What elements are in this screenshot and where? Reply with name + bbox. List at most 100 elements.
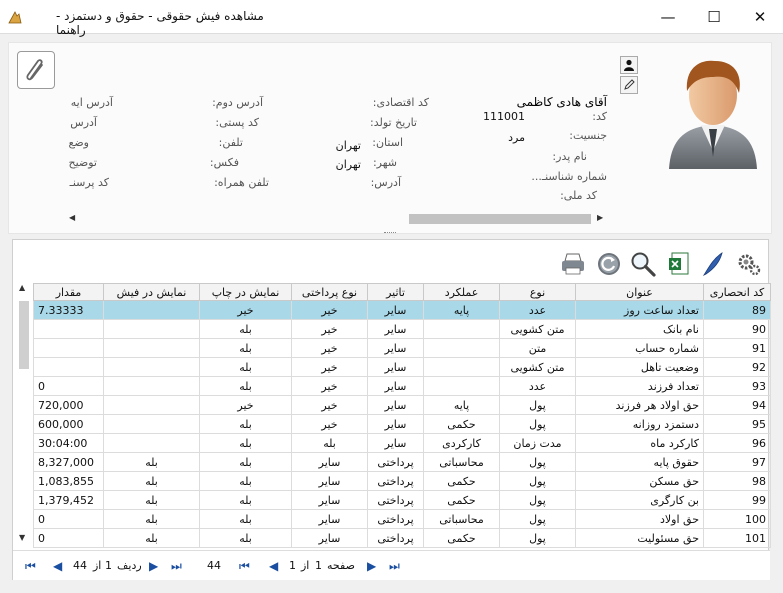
table-cell-pay: خیر [291, 357, 368, 377]
table-cell-code: 99 [703, 490, 771, 510]
last-row-button[interactable]: ⏭ [171, 559, 182, 574]
address-label: آدرس: [370, 176, 401, 189]
table-row[interactable]: 95 دستمزد روزانه پول حکمی سایر خیر بله 600,000 [33, 414, 771, 434]
table-cell-amount [33, 338, 104, 358]
table-cell-code: 89 [703, 300, 771, 320]
first-page-button[interactable]: ⏮ [239, 559, 250, 574]
column-header[interactable]: نوع [499, 283, 576, 301]
scroll-down-arrow-icon[interactable]: ▼ [19, 533, 25, 542]
table-row[interactable]: 94 حق اولاد هر فرزند پول پایه سایر خیر خیر 720,… [33, 395, 771, 415]
table-cell-title: دستمزد روزانه [575, 414, 704, 434]
scroll-up-arrow-icon[interactable]: ▲ [19, 283, 25, 292]
table-cell-type: پول [499, 471, 576, 491]
table-cell-title: کارکرد ماه [575, 433, 704, 453]
table-cell-title: حق مسکن [575, 471, 704, 491]
table-cell-show [103, 357, 200, 377]
table-cell-title: حق اولاد هر فرزند [575, 395, 704, 415]
table-cell-show: بله [103, 509, 200, 529]
prev-page-button[interactable]: ◀ [269, 559, 278, 573]
table-cell-code: 96 [703, 433, 771, 453]
table-cell-pay: خیر [291, 319, 368, 339]
grid-vertical-scrollbar[interactable]: ▲ ▼ [17, 283, 31, 545]
birth-date-label: تاریخ تولد: [370, 116, 417, 129]
table-cell-amount: 8,327,000 [33, 452, 104, 472]
maximize-button[interactable]: ☐ [691, 0, 737, 33]
table-row[interactable]: 96 کارکرد ماه مدت زمان کارکردی سایر بله بله 30:… [33, 433, 771, 453]
table-cell-pay: سایر [291, 471, 368, 491]
next-row-button[interactable]: ▶ [149, 559, 158, 573]
fax-label: فکس: [209, 156, 239, 169]
column-header[interactable]: نوع پرداختی [291, 283, 368, 301]
table-cell-pay: سایر [291, 509, 368, 529]
table-cell-title: حق مسئولیت [575, 528, 704, 548]
col4-personnel-code-label: کد پرسنـ [69, 176, 109, 189]
table-cell-print: بله [199, 471, 292, 491]
edit-button[interactable] [698, 250, 728, 278]
column-header[interactable]: مقدار [33, 283, 104, 301]
table-cell-code: 93 [703, 376, 771, 396]
table-cell-type: پول [499, 490, 576, 510]
city-label: شهر: [372, 156, 397, 169]
export-excel-button[interactable] [664, 250, 694, 278]
next-page-button[interactable]: ▶ [367, 559, 376, 573]
last-page-button[interactable]: ⏭ [389, 559, 400, 574]
table-cell-print: بله [199, 376, 292, 396]
table-row[interactable]: 100 حق اولاد پول محاسباتی پرداختی سایر بله بله 0 [33, 509, 771, 529]
table-cell-type: متن [499, 338, 576, 358]
table-cell-effect: سایر [367, 376, 424, 396]
magnifier-icon [631, 252, 656, 277]
postal-code-label: کد پستی: [215, 116, 259, 129]
table-row[interactable]: 91 شماره حساب متن سایر خیر بله [33, 338, 771, 358]
edit-photo-button[interactable] [620, 76, 638, 94]
table-row[interactable]: 98 حق مسکن پول حکمی پرداختی سایر بله بله 1,083,8… [33, 471, 771, 491]
table-cell-amount [33, 357, 104, 377]
search-button[interactable] [628, 250, 658, 278]
refresh-button[interactable] [594, 250, 624, 278]
scroll-right-arrow-icon[interactable]: ▶ [597, 213, 603, 222]
prev-row-button[interactable]: ◀ [53, 559, 62, 573]
table-row[interactable]: 92 وضعیت تاهل متن کشویی سایر خیر بله [33, 357, 771, 377]
table-header-row: کد انحصاری عنوان نوع عملکرد تاثیر نوع پر… [33, 283, 771, 301]
table-row[interactable]: 101 حق مسئولیت پول حکمی پرداختی سایر بله بله 0 [33, 528, 771, 548]
province-value: تهران [335, 139, 361, 152]
page-total: 1 [289, 559, 296, 572]
first-row-button[interactable]: ⏮ [25, 559, 36, 574]
table-cell-print: بله [199, 357, 292, 377]
father-name-label: نام پدر: [552, 150, 587, 163]
table-cell-pay: خیر [291, 395, 368, 415]
table-row[interactable]: 99 بن کارگری پول حکمی پرداختی سایر بله بله 1,379… [33, 490, 771, 510]
vertical-scrollbar-thumb[interactable] [19, 301, 29, 369]
table-cell-type: عدد [499, 376, 576, 396]
table-cell-code: 92 [703, 357, 771, 377]
column-header[interactable]: نمایش در فیش [103, 283, 200, 301]
header-horizontal-scrollbar[interactable]: ◀ ▶ [69, 211, 607, 225]
table-row[interactable]: 97 حقوق پایه پول محاسباتی پرداختی سایر بله بله 8… [33, 452, 771, 472]
table-cell-effect: سایر [367, 319, 424, 339]
column-header[interactable]: عنوان [575, 283, 704, 301]
scrollbar-thumb[interactable] [409, 214, 591, 224]
table-cell-amount: 1,379,452 [33, 490, 104, 510]
column-header[interactable]: نمایش در چاپ [199, 283, 292, 301]
column-header[interactable]: تاثیر [367, 283, 424, 301]
column-header[interactable]: کد انحصاری [703, 283, 771, 301]
table-cell-amount: 1,083,855 [33, 471, 104, 491]
minimize-button[interactable]: — [645, 0, 691, 33]
column-header[interactable]: عملکرد [423, 283, 500, 301]
settings-button[interactable] [734, 250, 764, 278]
print-button[interactable] [558, 250, 588, 278]
close-button[interactable]: ✕ [737, 0, 783, 33]
table-row[interactable]: 93 تعداد فرزند عدد سایر خیر بله 0 [33, 376, 771, 396]
table-row[interactable]: 89 تعداد ساعت روز عدد پایه سایر خیر خیر 7.33333 [33, 300, 771, 320]
table-cell-perf: حکمی [423, 414, 500, 434]
splitter-grip[interactable] [384, 232, 396, 235]
employee-avatar [669, 60, 757, 169]
person-button[interactable] [620, 56, 638, 74]
table-cell-perf [423, 357, 500, 377]
table-row[interactable]: 90 نام بانک متن کشویی سایر خیر بله [33, 319, 771, 339]
person-icon [624, 59, 634, 71]
table-cell-perf: حکمی [423, 471, 500, 491]
attachment-button[interactable] [17, 51, 55, 89]
pencil-icon [624, 79, 635, 90]
scroll-left-arrow-icon[interactable]: ◀ [69, 213, 75, 222]
table-cell-print: بله [199, 414, 292, 434]
